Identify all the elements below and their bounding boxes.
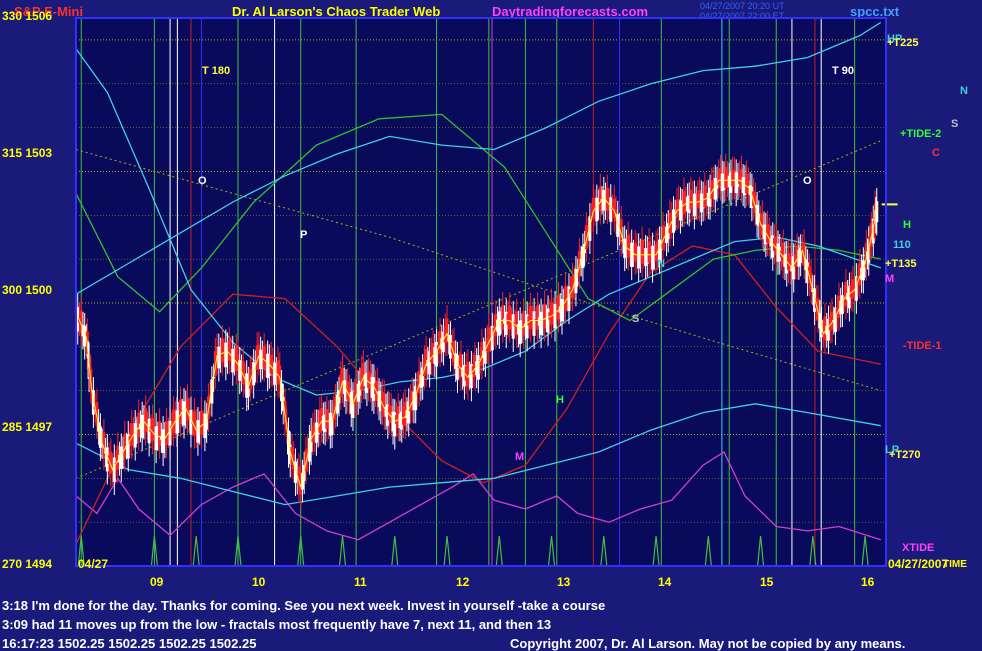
right-label-tide1: -TIDE-1 [903, 340, 942, 352]
x-tick-label: 16 [861, 575, 875, 589]
price-bar-body [532, 311, 536, 336]
x-tick-label: 10 [252, 575, 266, 589]
right-label-t225: +T225 [887, 37, 919, 49]
price-bar-body [543, 303, 547, 329]
chart-label-h: H [556, 394, 564, 406]
price-bar-body [630, 242, 634, 267]
price-bar-body [168, 420, 172, 446]
message-line-2: 3:09 had 11 moves up from the low - frac… [2, 617, 552, 632]
price-bar-body [476, 355, 480, 380]
price-bar-body [518, 320, 522, 345]
right-label-t135: +T135 [885, 258, 917, 270]
x-tick-label: 15 [760, 575, 774, 589]
y-tick-label: 330 1506 [2, 9, 53, 23]
price-bar-body [605, 187, 609, 211]
price-bar-body [546, 308, 550, 333]
chart-label-p: P [300, 229, 308, 241]
price-bar-body [154, 426, 158, 451]
price-bar-body [501, 305, 505, 330]
chart-label-m: M [515, 451, 525, 463]
y-tick-label: 315 1503 [2, 146, 53, 160]
right-label-n: N [960, 85, 968, 97]
message-line-1: 3:18 I'm done for the day. Thanks for co… [2, 598, 606, 613]
price-bar-body [529, 305, 533, 330]
x-tick-label: 09 [150, 575, 164, 589]
price-bar-body [466, 362, 470, 387]
price-bar-body [522, 310, 526, 336]
price-bar-body [220, 338, 224, 363]
chart-label-t90: T 90 [832, 65, 855, 77]
price-bar-body [112, 457, 116, 482]
right-label-s: S [951, 118, 959, 130]
right-label-m: M [885, 273, 895, 285]
copyright-line: Copyright 2007, Dr. Al Larson. May not b… [510, 636, 906, 651]
chart-plot [74, 17, 898, 567]
date-left-label: 04/27 [78, 557, 109, 571]
price-bar-body [199, 410, 203, 435]
right-label-c: C [932, 147, 940, 159]
price-bar-body [144, 408, 148, 433]
price-bar-body [640, 239, 644, 264]
price-bar-body [595, 197, 599, 222]
right-label-110: 110 [893, 239, 911, 251]
chart-label-s: S [632, 313, 640, 325]
price-bar-body [175, 410, 179, 434]
price-bar-body [539, 311, 543, 335]
chart-label-n: N [657, 258, 665, 270]
price-bar-body [508, 305, 512, 330]
x-tick-label: 14 [658, 575, 672, 589]
right-label-h: H [903, 219, 911, 231]
chart-label-o: O [198, 175, 207, 187]
price-bar-body [851, 279, 855, 299]
date-right-label: 04/27/2007 [888, 557, 949, 571]
chart-label-o: O [803, 175, 812, 187]
price-bar-body [511, 314, 515, 339]
x-tick-label: 12 [456, 575, 470, 589]
price-bar-body [609, 197, 613, 222]
y-tick-label: 270 1494 [2, 557, 53, 571]
quote-line: 16:17:23 1502.25 1502.25 1502.25 1502.25 [2, 636, 257, 651]
right-label-tide2: +TIDE-2 [900, 128, 942, 140]
price-bar-body [651, 245, 655, 270]
x-tick-label: 13 [557, 575, 571, 589]
right-label-t270: +T270 [889, 449, 921, 461]
right-label-xtide: XTIDE [902, 542, 935, 554]
price-bar-body [123, 433, 127, 459]
chart-label-t180: T 180 [202, 65, 231, 77]
y-tick-label: 285 1497 [2, 420, 53, 434]
y-tick-label: 300 1500 [2, 283, 53, 297]
x-tick-label: 11 [354, 575, 367, 589]
price-bar-body [553, 304, 557, 329]
price-bar-body [262, 345, 266, 369]
price-bar-body [133, 423, 137, 448]
price-bar-body [158, 421, 162, 446]
price-bar-body [179, 399, 183, 424]
time-axis-label: TIME [943, 559, 967, 570]
